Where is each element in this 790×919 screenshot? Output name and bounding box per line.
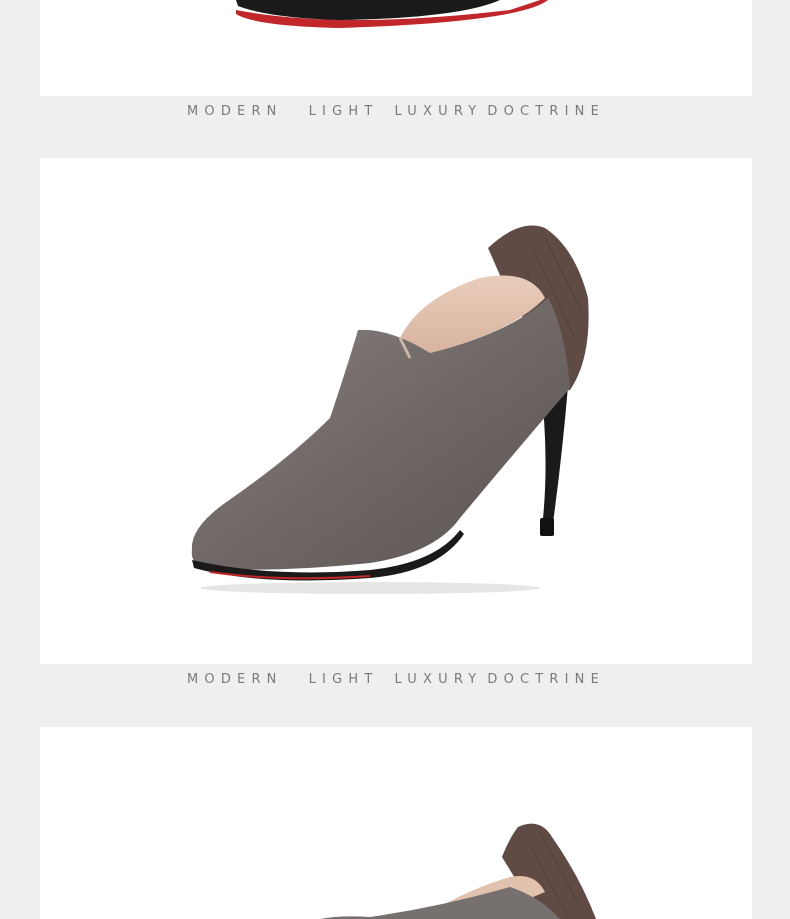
tagline-caption-2: MODERN LIGHT LUXURY DOCTRINE	[40, 672, 752, 687]
product-image-panel-3	[40, 727, 752, 919]
tagline-word-1: MODERN	[186, 672, 283, 687]
tagline-word-4: DOCTRINE	[487, 104, 606, 119]
tagline-word-1: MODERN	[186, 104, 283, 119]
grey-bootie-image	[191, 225, 589, 594]
tagline-caption-1: MODERN LIGHT LUXURY DOCTRINE	[40, 104, 752, 119]
tagline-word-4: DOCTRINE	[487, 672, 606, 687]
tagline-word-2: LIGHT	[308, 104, 379, 119]
tagline-word-3: LUXURY	[394, 672, 483, 687]
grey-bootie-partial-image	[320, 823, 596, 919]
black-heel-image	[236, 0, 548, 28]
tagline-word-2: LIGHT	[308, 672, 379, 687]
product-image-panel-1	[40, 0, 752, 96]
product-image-panel-2	[40, 158, 752, 664]
tagline-word-3: LUXURY	[394, 104, 483, 119]
